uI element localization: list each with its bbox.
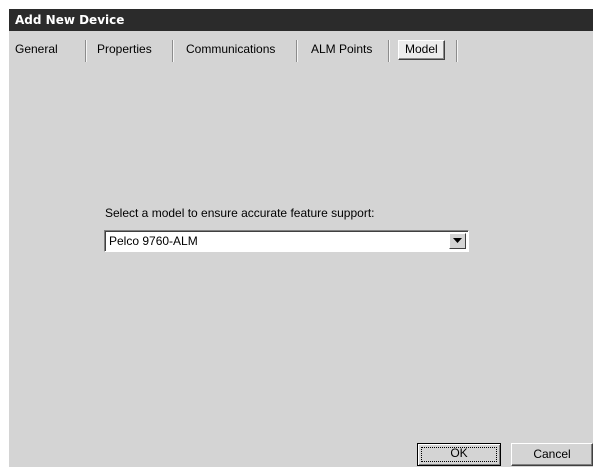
model-select-prompt: Select a model to ensure accurate featur…	[105, 206, 375, 220]
tab-separator	[456, 40, 458, 62]
cancel-button[interactable]: Cancel	[511, 443, 593, 466]
tab-communications-label: Communications	[186, 42, 276, 56]
tab-properties[interactable]: Properties	[97, 38, 152, 63]
tab-model-label: Model	[398, 40, 445, 60]
tab-general[interactable]: General	[15, 38, 58, 63]
tab-general-label: General	[15, 42, 58, 56]
model-select[interactable]: Pelco 9760-ALM	[104, 230, 469, 252]
tab-separator	[172, 40, 174, 62]
title-bar: Add New Device	[9, 9, 593, 31]
tab-separator	[296, 40, 298, 62]
window-title: Add New Device	[15, 13, 125, 27]
tab-separator	[388, 40, 390, 62]
tab-alm-points-label: ALM Points	[311, 42, 373, 56]
tab-communications[interactable]: Communications	[186, 38, 275, 63]
ok-button[interactable]: OK	[417, 443, 501, 466]
cancel-button-label: Cancel	[533, 447, 571, 461]
ok-button-label: OK	[450, 446, 468, 460]
add-device-dialog: Add New Device General Properties Commun…	[9, 9, 593, 467]
dropdown-arrow-icon[interactable]	[449, 233, 466, 249]
tab-properties-label: Properties	[97, 42, 152, 56]
tab-alm-points[interactable]: ALM Points	[311, 38, 372, 63]
model-select-value: Pelco 9760-ALM	[109, 234, 198, 248]
tab-separator	[85, 40, 87, 62]
